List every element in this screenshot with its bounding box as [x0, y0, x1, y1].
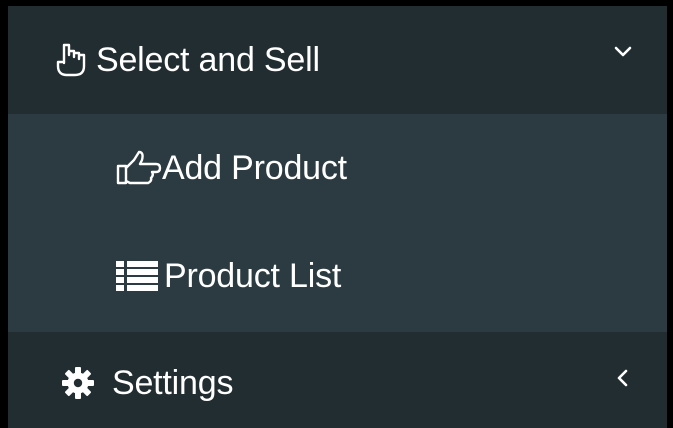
menu-item-select-and-sell[interactable]: Select and Sell: [8, 6, 667, 114]
chevron-left-icon[interactable]: [613, 368, 633, 388]
sidebar-menu: Select and Sell Add Product Product List…: [0, 0, 673, 428]
submenu-select-and-sell: Add Product Product List: [8, 114, 667, 332]
hand-point-right-icon: [114, 150, 162, 186]
submenu-item-label: Product List: [164, 256, 342, 295]
list-icon: [114, 259, 160, 293]
menu-item-label: Select and Sell: [96, 40, 320, 79]
gear-icon: [60, 365, 96, 401]
hand-pointer-icon: [50, 39, 92, 81]
submenu-item-label: Add Product: [162, 148, 347, 187]
chevron-down-icon[interactable]: [613, 42, 633, 62]
menu-item-settings[interactable]: Settings: [8, 332, 667, 428]
menu-item-label: Settings: [112, 363, 234, 402]
submenu-item-product-list[interactable]: Product List: [8, 222, 667, 330]
submenu-item-add-product[interactable]: Add Product: [8, 114, 667, 222]
